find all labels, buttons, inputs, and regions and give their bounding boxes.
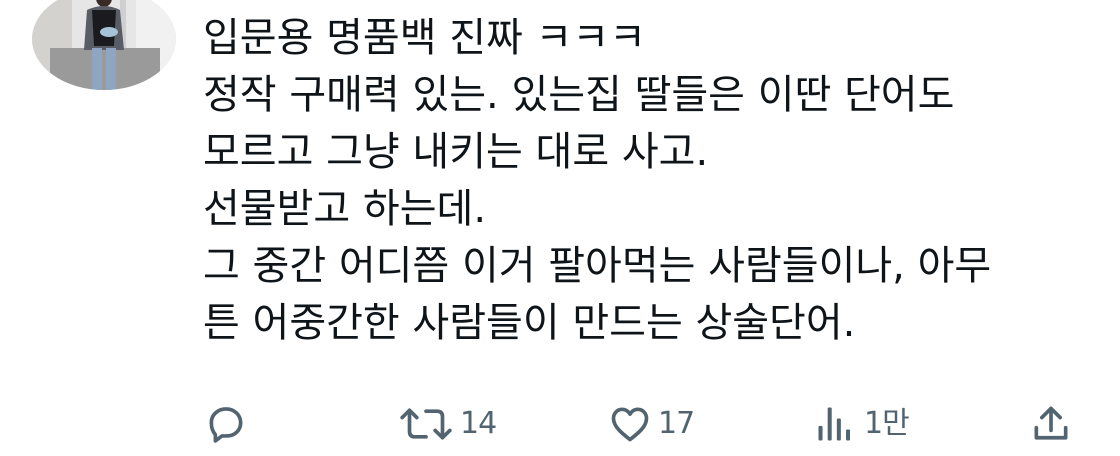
like-button[interactable]: 17 [608,395,695,453]
tweet-line: 모르고 그냥 내키는 대로 사고. [203,129,709,175]
heart-icon [608,402,652,446]
views-count: 1만 [864,406,910,441]
tweet-line: 그 중간 어디쯤 이거 팔아먹는 사람들이나, 아무 [203,243,992,289]
retweet-count: 14 [460,406,497,441]
reply-button[interactable] [204,395,254,453]
tweet-action-bar: 14 17 1만 [0,395,1120,453]
tweet-line: 튼 어중간한 사람들이 만드는 상술단어. [203,300,856,346]
tweet-line: 선물받고 하는데. [203,186,487,232]
retweet-icon [398,402,454,446]
avatar[interactable] [32,0,176,90]
avatar-photo [32,0,176,90]
share-icon [1028,402,1074,446]
retweet-button[interactable]: 14 [398,395,497,453]
tweet-text: 입문용 명품백 진짜 ㅋㅋㅋ 정작 구매력 있는. 있는집 딸들은 이딴 단어도… [203,10,1103,352]
reply-icon [204,402,248,446]
views-button[interactable]: 1만 [812,395,910,453]
views-chart-icon [812,402,858,446]
tweet-line: 정작 구매력 있는. 있는집 딸들은 이딴 단어도 [203,72,955,118]
like-count: 17 [658,406,695,441]
tweet-line: 입문용 명품백 진짜 ㅋㅋㅋ [203,15,646,61]
share-button[interactable] [1028,395,1074,453]
